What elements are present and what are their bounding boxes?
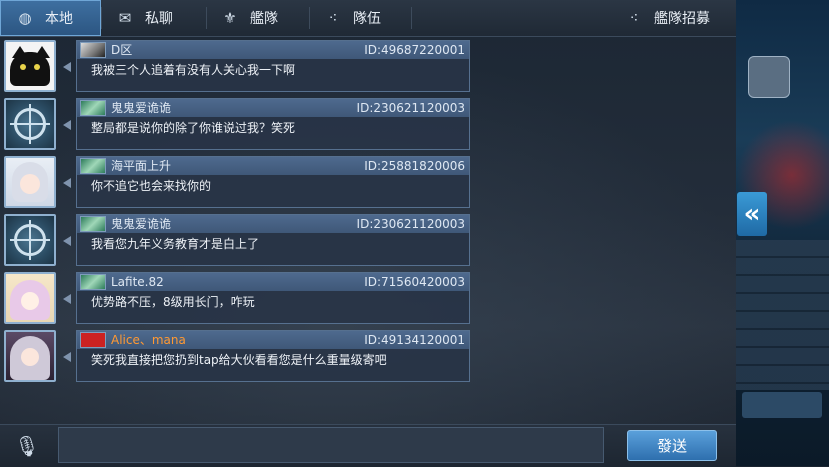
player-name[interactable]: D区 <box>111 42 132 58</box>
bubble-pointer <box>63 120 71 130</box>
tab-team[interactable]: ⁖ 隊伍 <box>309 0 411 36</box>
chat-tab-bar: ◍ 本地 ✉ 私聊 ⚜ 艦隊 ⁖ 隊伍 ⁖ 艦隊招募 <box>0 0 736 37</box>
player-name[interactable]: 海平面上升 <box>111 158 171 174</box>
ship-stats-list <box>736 240 829 390</box>
send-button[interactable]: 發送 <box>627 430 717 461</box>
crew-button[interactable] <box>742 392 822 418</box>
bubble-pointer <box>63 294 71 304</box>
player-id: ID:25881820006 <box>364 159 465 173</box>
chat-message: Lafite.82 ID:71560420003 优势路不压，8级用长门，咋玩 <box>0 272 480 328</box>
tab-label: 隊伍 <box>353 11 381 27</box>
message-bubble: Lafite.82 ID:71560420003 优势路不压，8级用长门，咋玩 <box>76 272 470 324</box>
player-id: ID:230621120003 <box>356 101 465 115</box>
player-flag-icon <box>80 42 106 58</box>
tab-label: 艦隊招募 <box>654 11 710 27</box>
avatar[interactable] <box>4 40 56 92</box>
message-text: 我看您九年义务教育才是白上了 <box>91 237 260 251</box>
message-text: 你不追它也会来找你的 <box>91 179 212 193</box>
message-text: 我被三个人追着有没有人关心我一下啊 <box>91 63 296 77</box>
chat-input-bar: 🎙 發送 <box>0 424 736 467</box>
message-bubble: 鬼鬼爱诡诡 ID:230621120003 我看您九年义务教育才是白上了 <box>76 214 470 266</box>
tab-private[interactable]: ✉ 私聊 <box>101 0 206 36</box>
chat-message: 海平面上升 ID:25881820006 你不追它也会来找你的 <box>0 156 480 212</box>
bubble-pointer <box>63 236 71 246</box>
chat-message: D区 ID:49687220001 我被三个人追着有没有人关心我一下啊 <box>0 40 480 96</box>
tab-fleet[interactable]: ⚜ 艦隊 <box>206 0 309 36</box>
player-flag-icon <box>80 274 106 290</box>
chat-bubble-icon: ✉ <box>118 9 132 27</box>
message-bubble: 鬼鬼爱诡诡 ID:230621120003 整局都是说你的除了你谁说过我？笑死 <box>76 98 470 150</box>
double-chevron-left-icon[interactable]: « <box>737 192 767 236</box>
avatar[interactable] <box>4 156 56 208</box>
ranking-button[interactable] <box>748 56 790 98</box>
chat-message: Alice、mana ID:49134120001 笑死我直接把您扔到tap给大… <box>0 330 480 386</box>
player-name[interactable]: 鬼鬼爱诡诡 <box>111 216 171 232</box>
avatar[interactable] <box>4 330 56 382</box>
player-flag-icon <box>80 216 106 232</box>
message-text: 整局都是说你的除了你谁说过我？笑死 <box>91 121 296 135</box>
player-id: ID:230621120003 <box>356 217 465 231</box>
tab-label: 艦隊 <box>250 11 278 27</box>
fleet-emblem-icon: ⚜ <box>223 9 237 27</box>
tab-local[interactable]: ◍ 本地 <box>0 0 101 36</box>
player-name[interactable]: 鬼鬼爱诡诡 <box>111 100 171 116</box>
message-text: 笑死我直接把您扔到tap给大伙看看您是什么重量级寄吧 <box>91 353 387 367</box>
avatar[interactable] <box>4 214 56 266</box>
chat-input[interactable] <box>58 427 604 463</box>
player-flag-icon <box>80 158 106 174</box>
tab-label: 私聊 <box>145 11 173 27</box>
bubble-pointer <box>63 62 71 72</box>
recruit-dots-icon: ⁖ <box>629 9 639 27</box>
player-flag-icon <box>80 332 106 348</box>
chat-message: 鬼鬼爱诡诡 ID:230621120003 我看您九年义务教育才是白上了 <box>0 214 480 270</box>
avatar[interactable] <box>4 272 56 324</box>
message-bubble: D区 ID:49687220001 我被三个人追着有没有人关心我一下啊 <box>76 40 470 92</box>
tab-fleet-recruit[interactable]: ⁖ 艦隊招募 <box>411 0 736 36</box>
tab-label: 本地 <box>45 11 73 27</box>
message-bubble: 海平面上升 ID:25881820006 你不追它也会来找你的 <box>76 156 470 208</box>
player-name[interactable]: Alice、mana <box>111 332 186 348</box>
message-bubble: Alice、mana ID:49134120001 笑死我直接把您扔到tap给大… <box>76 330 470 382</box>
team-dots-icon: ⁖ <box>328 9 338 27</box>
message-text: 优势路不压，8级用长门，咋玩 <box>91 295 255 309</box>
player-flag-icon <box>80 100 106 116</box>
bubble-pointer <box>63 352 71 362</box>
chat-message: 鬼鬼爱诡诡 ID:230621120003 整局都是说你的除了你谁说过我？笑死 <box>0 98 480 154</box>
microphone-icon[interactable]: 🎙 <box>12 431 42 461</box>
player-id: ID:71560420003 <box>364 275 465 289</box>
player-id: ID:49134120001 <box>364 333 465 347</box>
avatar[interactable] <box>4 98 56 150</box>
globe-icon: ◍ <box>18 9 32 27</box>
player-id: ID:49687220001 <box>364 43 465 57</box>
player-name[interactable]: Lafite.82 <box>111 274 164 290</box>
bubble-pointer <box>63 178 71 188</box>
